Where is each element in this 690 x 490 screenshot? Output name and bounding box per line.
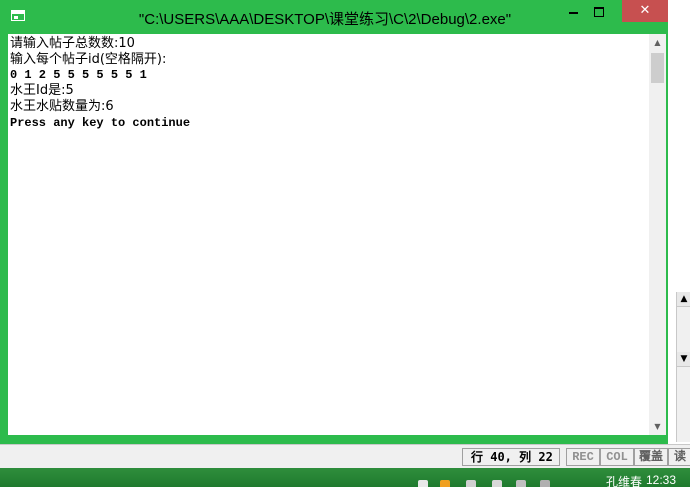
status-overwrite: 覆盖 <box>634 448 668 466</box>
scroll-down-icon[interactable]: ▼ <box>649 418 666 435</box>
console-window: "C:\USERS\AAA\DESKTOP\课堂练习\C\2\Debug\2.e… <box>0 0 668 444</box>
title-bar[interactable]: "C:\USERS\AAA\DESKTOP\课堂练习\C\2\Debug\2.e… <box>0 0 668 34</box>
cursor-position: 行 40, 列 22 <box>462 448 560 466</box>
scroll-up-icon[interactable]: ▲ <box>649 34 666 51</box>
console-line-6: Press any key to continue <box>10 116 191 130</box>
status-col: COL <box>600 448 634 466</box>
scroll-down-arrow-icon[interactable]: ▼ <box>677 352 690 367</box>
console-output[interactable]: 请输入帖子总数数:10 输入每个帖子id(空格隔开): 0 1 2 5 5 5 … <box>8 34 649 435</box>
taskbar-user-name[interactable]: 孔维春 <box>606 473 642 490</box>
console-line-4: 水王Id是:5 <box>10 83 74 98</box>
tray-app-icon[interactable] <box>440 480 450 487</box>
maximize-button[interactable] <box>586 0 612 22</box>
taskbar: 孔维春 12:33 <box>0 468 690 490</box>
console-line-5: 水王水贴数量为:6 <box>10 99 114 114</box>
console-line-3: 0 1 2 5 5 5 5 5 5 1 <box>10 68 147 82</box>
minimize-icon <box>568 12 578 14</box>
close-icon: ✕ <box>639 3 651 18</box>
scroll-up-arrow-icon[interactable]: ▲ <box>677 292 690 307</box>
window-title: "C:\USERS\AAA\DESKTOP\课堂练习\C\2\Debug\2.e… <box>138 11 512 28</box>
scroll-thumb[interactable] <box>651 53 664 83</box>
tray-app-icon[interactable] <box>418 480 428 487</box>
tray-app-icon[interactable] <box>466 480 476 487</box>
console-line-1: 请输入帖子总数数:10 <box>10 36 135 51</box>
tray-app-icon[interactable] <box>492 480 502 487</box>
console-line-2: 输入每个帖子id(空格隔开): <box>10 52 167 67</box>
taskbar-clock[interactable]: 12:33 <box>646 473 676 487</box>
tray-app-icon[interactable] <box>540 480 550 487</box>
close-button[interactable]: ✕ <box>622 0 668 22</box>
console-window-icon[interactable] <box>11 10 25 21</box>
status-rec: REC <box>566 448 600 466</box>
tray-app-icon[interactable] <box>516 480 526 487</box>
maximize-icon <box>594 7 604 17</box>
status-read: 读 <box>668 448 690 466</box>
editor-status-bar: 行 40, 列 22 REC COL 覆盖 读 <box>0 444 690 469</box>
console-vertical-scrollbar[interactable]: ▲ ▼ <box>649 34 666 435</box>
minimize-button[interactable] <box>560 0 586 22</box>
background-editor-scrollbar[interactable]: ▲ ▼ <box>676 292 690 442</box>
